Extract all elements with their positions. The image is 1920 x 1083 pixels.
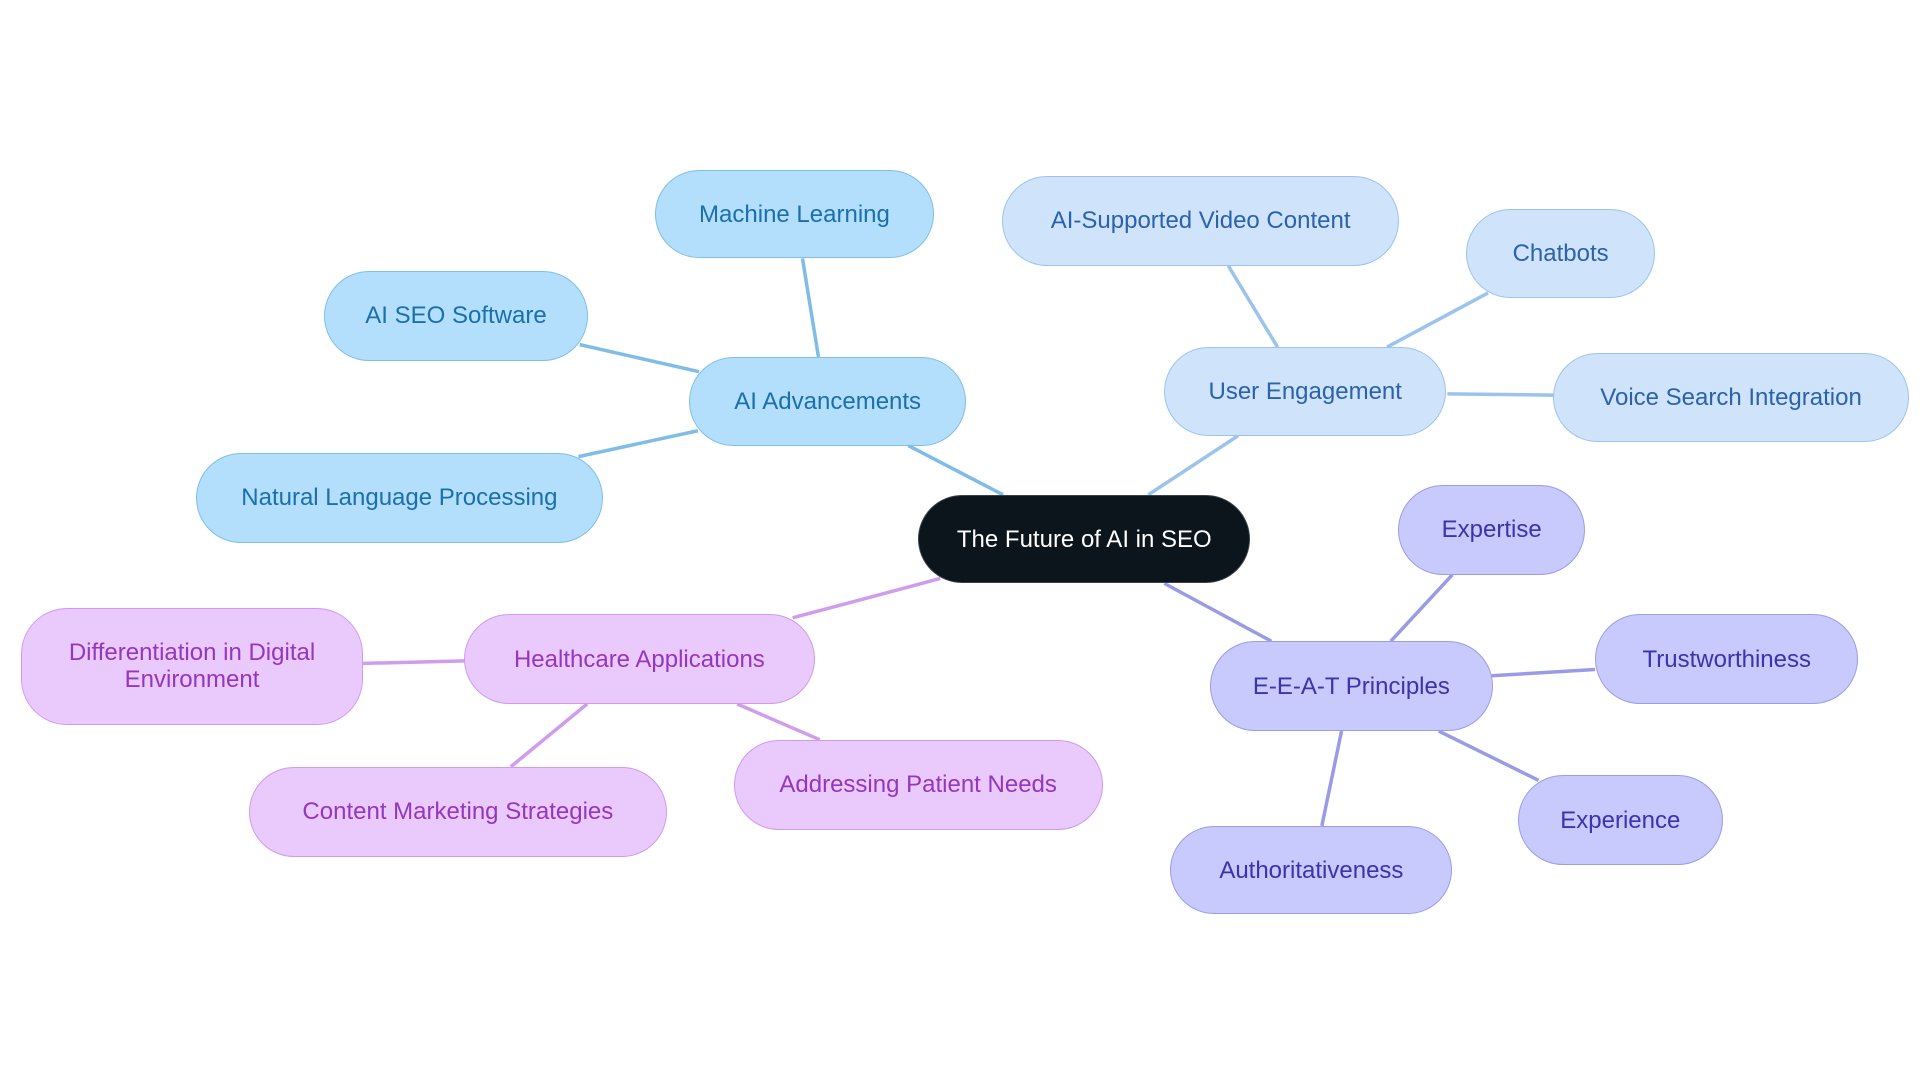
node-trustworthiness[interactable]: Trustworthiness <box>1595 614 1859 704</box>
edge-expertise <box>1389 573 1454 643</box>
edge-eeat-principles <box>1163 581 1273 643</box>
edge-ai-advancements <box>907 443 1004 497</box>
node-addressing-patient-needs[interactable]: Addressing Patient Needs <box>733 739 1103 830</box>
edge-chatbots <box>1386 291 1489 349</box>
edge-ai-supported-video-content <box>1226 264 1280 348</box>
node-chatbots[interactable]: Chatbots <box>1465 209 1656 298</box>
edge-user-engagement <box>1147 434 1240 497</box>
node-ai-advancements[interactable]: AI Advancements <box>689 356 967 446</box>
edge-authoritativeness <box>1320 730 1344 827</box>
node-ai-supported-video-content[interactable]: AI-Supported Video Content <box>1001 176 1400 266</box>
edge-voice-search-integration <box>1447 392 1554 397</box>
edge-healthcare-applications <box>792 576 941 620</box>
edge-machine-learning <box>800 258 821 358</box>
node-experience[interactable]: Experience <box>1517 775 1724 866</box>
node-differentiation-in-digital-environment[interactable]: Differentiation in Digital Environment <box>20 608 364 725</box>
edge-experience <box>1437 729 1540 782</box>
node-expertise[interactable]: Expertise <box>1398 484 1586 575</box>
node-healthcare-applications[interactable]: Healthcare Applications <box>464 614 815 704</box>
edge-content-marketing-strategies <box>509 702 589 769</box>
node-natural-language-processing[interactable]: Natural Language Processing <box>195 452 604 543</box>
node-user-engagement[interactable]: User Engagement <box>1164 347 1447 436</box>
edge-addressing-patient-needs <box>736 702 821 742</box>
edge-differentiation-in-digital-environment <box>363 659 466 666</box>
node-content-marketing-strategies[interactable]: Content Marketing Strategies <box>248 766 668 857</box>
node-machine-learning[interactable]: Machine Learning <box>654 169 935 259</box>
node-root[interactable]: The Future of AI in SEO <box>918 494 1251 584</box>
mind-map: The Future of AI in SEO AI Advancements … <box>0 0 1920 1083</box>
node-ai-seo-software[interactable]: AI SEO Software <box>323 270 589 361</box>
edge-ai-seo-software <box>579 342 700 374</box>
edge-natural-language-processing <box>578 429 699 459</box>
edge-trustworthiness <box>1491 667 1596 678</box>
node-voice-search-integration[interactable]: Voice Search Integration <box>1553 353 1909 442</box>
node-authoritativeness[interactable]: Authoritativeness <box>1170 825 1453 915</box>
node-eeat-principles[interactable]: E-E-A-T Principles <box>1209 641 1493 732</box>
